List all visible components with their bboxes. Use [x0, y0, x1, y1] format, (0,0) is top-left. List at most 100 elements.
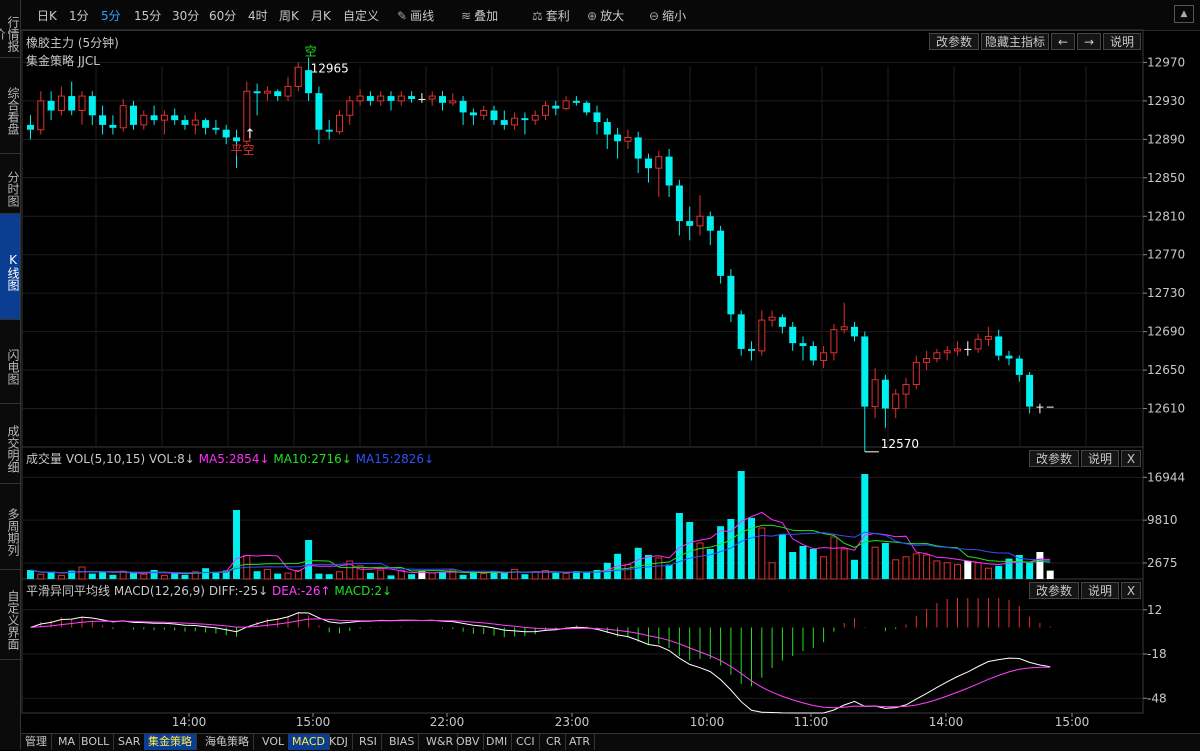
volume-bar: [974, 562, 982, 580]
volume-bar: [274, 573, 282, 579]
indicator-tab-9[interactable]: RSI: [355, 734, 382, 750]
candle-body: [449, 100, 457, 104]
candle-body: [799, 343, 807, 347]
candle-body: [418, 98, 426, 100]
volume-bar: [408, 574, 416, 579]
arrow-right-icon[interactable]: →: [1077, 33, 1101, 50]
volume-bar: [57, 574, 65, 580]
volume-bar: [861, 474, 869, 579]
volume-bar: [511, 568, 519, 580]
candle-body: [789, 326, 797, 344]
volume-bar: [748, 517, 755, 579]
macd-params-button[interactable]: 改参数: [1029, 582, 1079, 599]
candle-body: [356, 95, 364, 102]
candle-body: [995, 336, 1003, 356]
main-help-button[interactable]: 说明: [1103, 33, 1141, 50]
price-tick-label: 12890: [1147, 132, 1185, 146]
candle-body: [119, 105, 127, 129]
indicator-tab-2[interactable]: BOLL: [77, 734, 115, 750]
candle-body: [57, 95, 65, 111]
indicator-tab-8[interactable]: KDJ: [325, 734, 353, 750]
volume-close-icon[interactable]: X: [1121, 450, 1141, 467]
candle-body: [500, 120, 508, 125]
candle-body: [943, 350, 951, 354]
volume-bar: [634, 547, 642, 579]
volume-bar: [397, 570, 405, 580]
volume-bar: [459, 574, 467, 579]
indicator-tab-6[interactable]: VOL: [258, 734, 290, 750]
x-tick-label: 14:00: [172, 715, 207, 729]
candle-body: [603, 122, 611, 135]
macd-dea-line: [30, 618, 1051, 709]
indicator-tab-12[interactable]: OBV: [452, 734, 485, 750]
candle-body: [645, 158, 652, 169]
arrow-left-icon[interactable]: ←: [1051, 33, 1075, 50]
indicator-tab-4[interactable]: 集金策略: [144, 734, 197, 750]
candle-body: [758, 319, 766, 352]
volume-bar: [140, 573, 148, 580]
volume-bar: [212, 572, 220, 579]
x-tick-label: 23:00: [555, 715, 590, 729]
candle-body: [830, 329, 838, 354]
indicator-tab-16[interactable]: ATR: [565, 734, 596, 750]
candle-body: [160, 114, 168, 121]
volume-ma15: MA15:2826↓: [355, 452, 435, 466]
volume-help-button[interactable]: 说明: [1081, 450, 1119, 467]
indicator-tab-3[interactable]: SAR: [114, 734, 146, 750]
candle-body: [624, 136, 632, 142]
candle-body: [593, 112, 601, 123]
volume-bar: [387, 575, 395, 579]
volume-bar: [665, 564, 673, 579]
macd-help-button[interactable]: 说明: [1081, 582, 1119, 599]
volume-bar: [871, 546, 879, 580]
candle-body: [954, 348, 961, 352]
indicator-tab-5[interactable]: 海龟策略: [201, 734, 254, 750]
buy-arrow-icon: ↑: [245, 127, 256, 142]
indicator-tab-bar: 管理 MA BOLL SAR 集金策略 海龟策略 VOL MACD KDJ RSI BIAS W&R O…: [21, 733, 1200, 751]
candle-body: [1046, 406, 1054, 408]
candle-body: [511, 117, 519, 126]
indicator-tab-10[interactable]: BIAS: [385, 734, 420, 750]
indicator-tab-13[interactable]: DMI: [482, 734, 513, 750]
indicator-tab-15[interactable]: CR: [542, 734, 567, 750]
candle-body: [696, 215, 704, 227]
candle-body: [655, 156, 663, 169]
candle-body: [274, 91, 282, 97]
main-panel-title: 橡胶主力 (5分钟): [26, 36, 119, 50]
candle-body: [439, 96, 446, 103]
volume-bar: [202, 568, 210, 579]
volume-bar: [820, 556, 828, 580]
panel-frame-0: [21, 29, 1144, 448]
candle-body: [37, 100, 45, 131]
indicator-tab-14[interactable]: CCI: [512, 734, 540, 750]
candle-body: [665, 156, 673, 186]
volume-params-button[interactable]: 改参数: [1029, 450, 1079, 467]
hide-main-indicator-button[interactable]: 隐藏主指标: [981, 33, 1049, 50]
macd-close-icon[interactable]: X: [1121, 582, 1141, 599]
macd-tick-label: -48: [1147, 691, 1167, 705]
volume-params: VOL(5,10,15): [65, 452, 146, 466]
x-tick-label: 10:00: [690, 715, 725, 729]
x-tick-label: 15:00: [1055, 715, 1090, 729]
candle-body: [974, 338, 982, 350]
volume-bar: [1046, 570, 1054, 579]
macd-dea: DEA:-26↑: [272, 584, 331, 598]
candle-body: [78, 95, 86, 111]
volume-bar: [768, 562, 776, 580]
volume-bar: [500, 573, 508, 579]
indicator-tab-7[interactable]: MACD: [288, 734, 330, 750]
candle-body: [572, 100, 580, 103]
indicator-tab-0[interactable]: 管理: [21, 734, 52, 750]
volume-bar: [954, 564, 961, 580]
candle-body: [1015, 358, 1023, 375]
main-params-button[interactable]: 改参数: [929, 33, 979, 50]
volume-bar: [150, 570, 158, 579]
candle-body: [634, 137, 642, 159]
volume-bar: [109, 574, 117, 579]
price-tick-label: 12610: [1147, 402, 1185, 416]
candle-body: [202, 120, 210, 128]
volume-bar: [799, 546, 807, 579]
chart-area[interactable]: 12965 12570 空平空↑ 12970 12930 12890 12850 12810…: [0, 0, 1200, 750]
candle-body: [140, 114, 148, 126]
macd-tick-label: -18: [1147, 647, 1167, 661]
